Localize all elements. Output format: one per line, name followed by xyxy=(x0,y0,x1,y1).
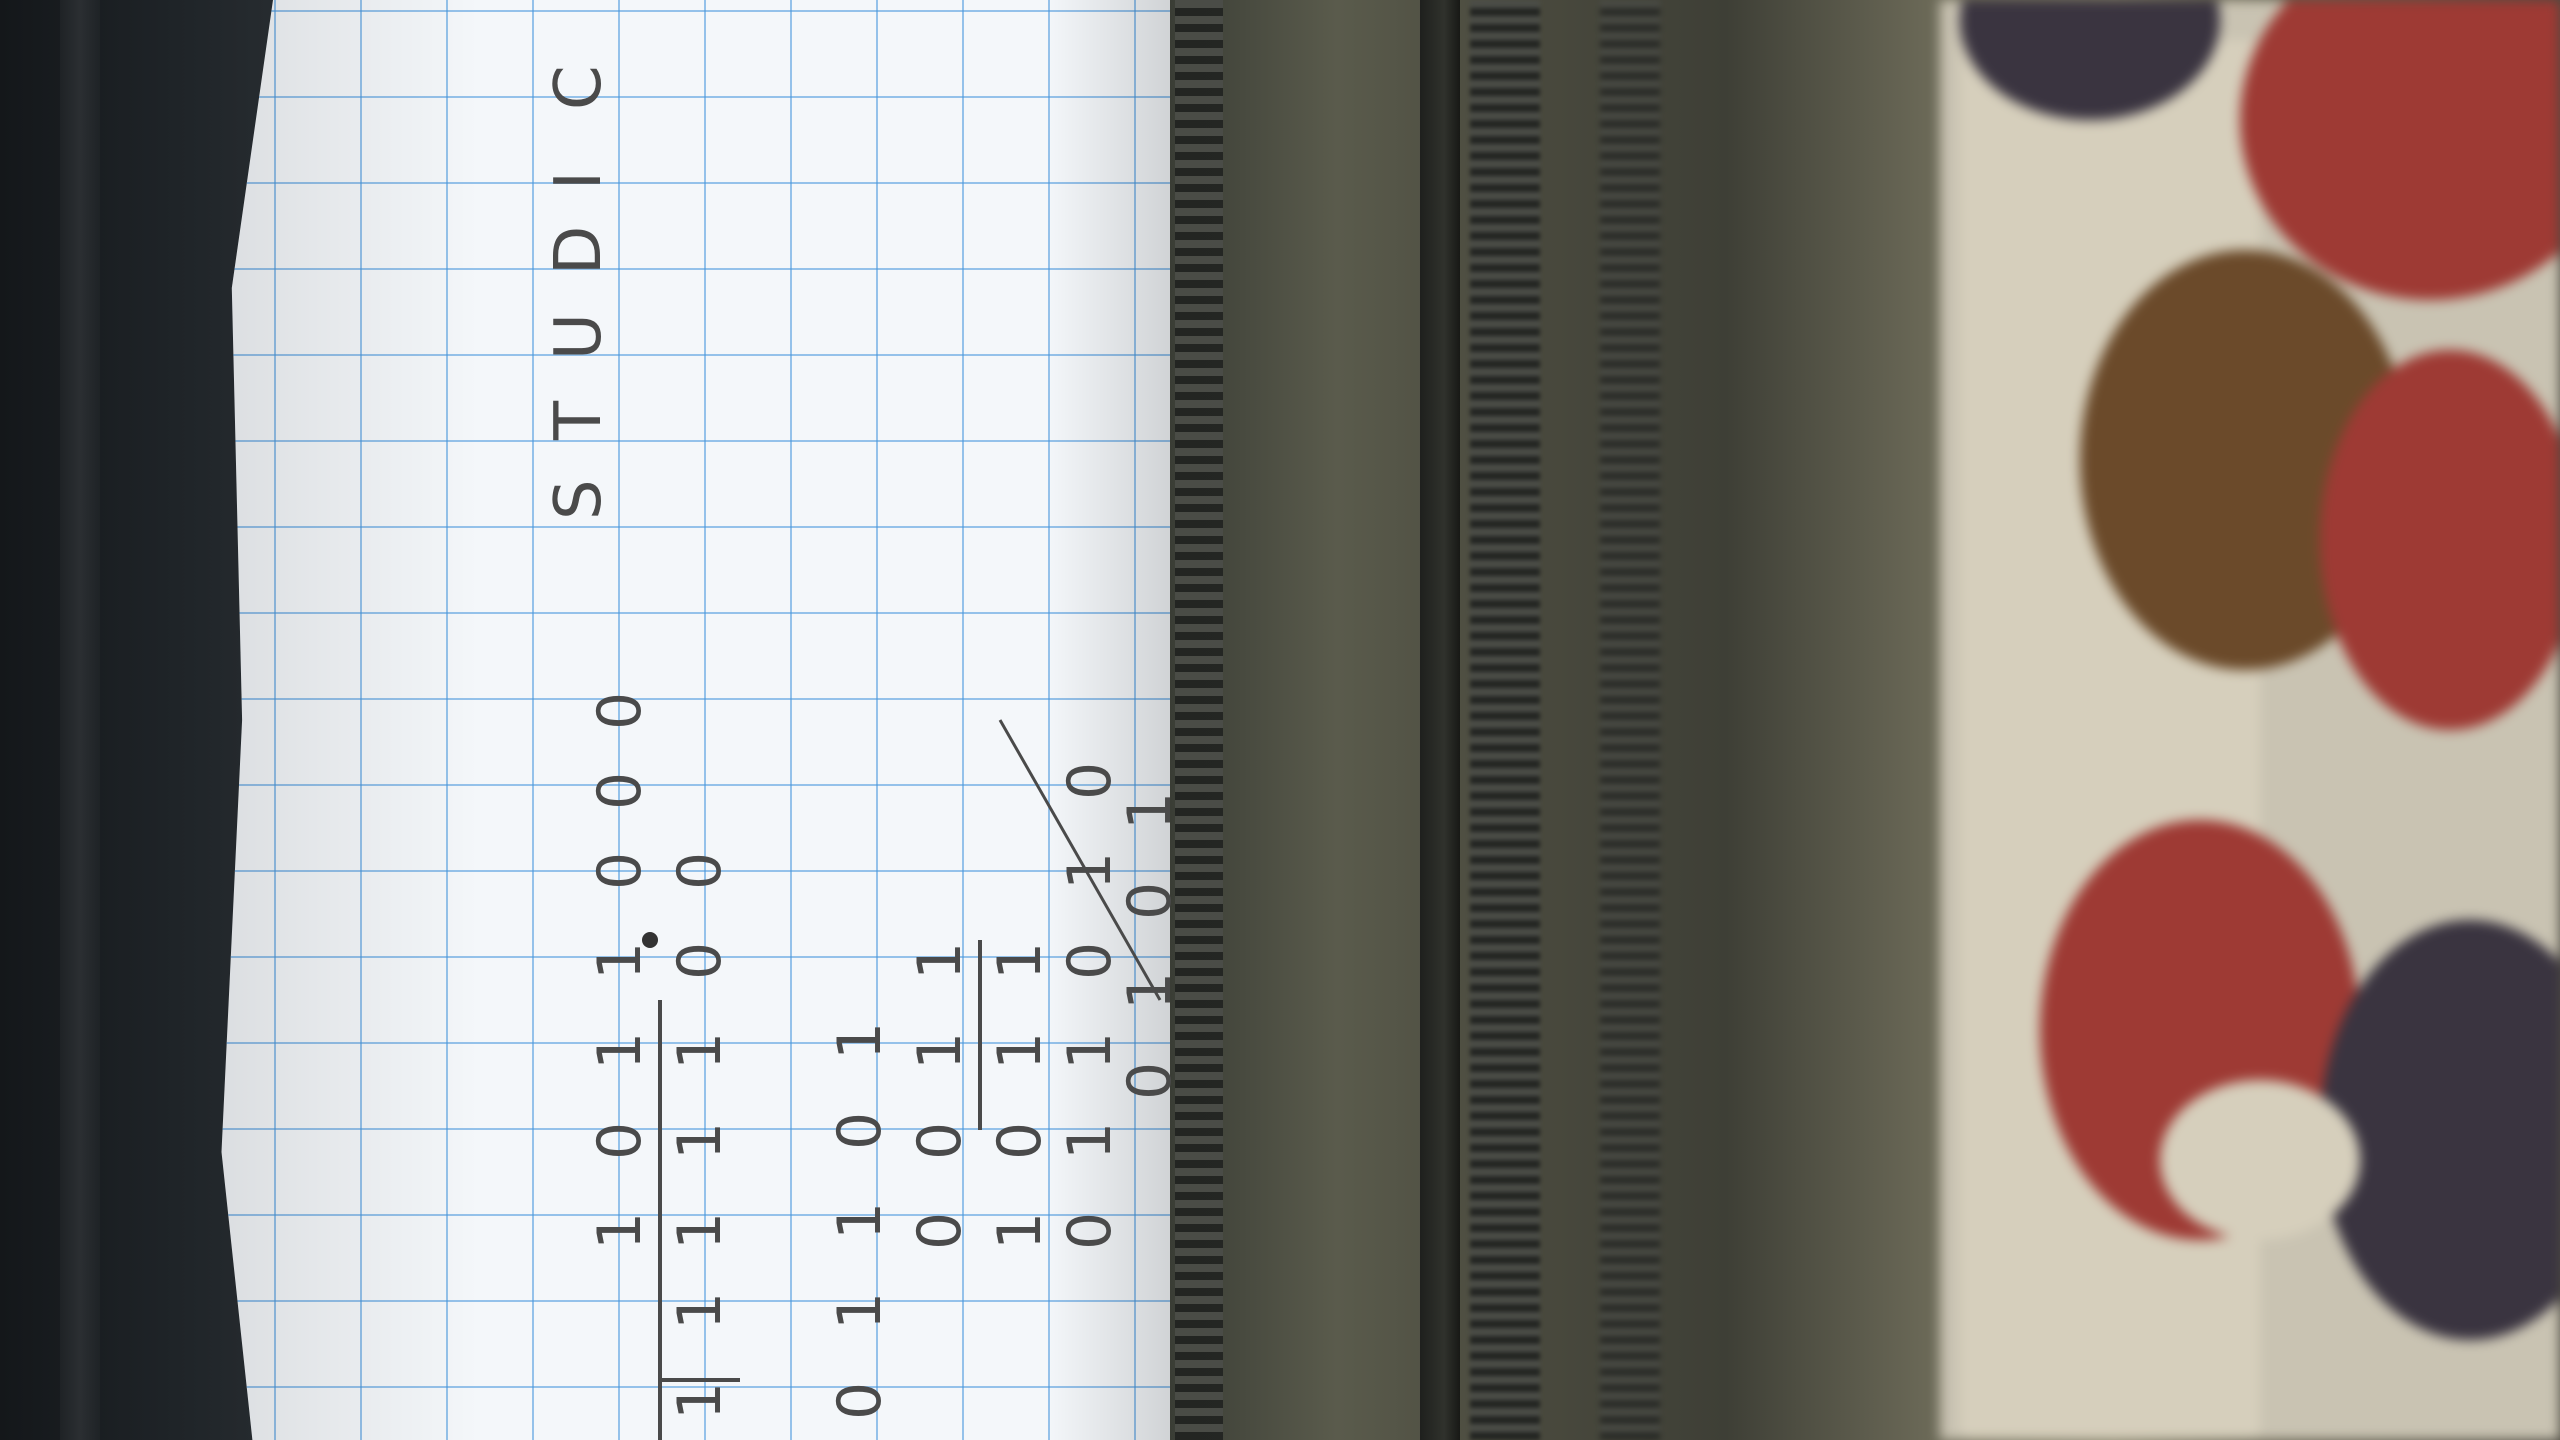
graph-paper-sheet xyxy=(221,0,1200,1440)
patterned-fabric xyxy=(1940,0,2560,1440)
photo-scene: S T U D I C 1 0 1 1 0 0 0 1 1 1 1 1 0 0 xyxy=(0,0,2560,1440)
fabric-cream-shape xyxy=(2160,1080,2360,1240)
fabric-red-shape xyxy=(2320,350,2560,730)
zipper-teeth-far xyxy=(1600,0,1660,1440)
fabric-red-shape xyxy=(2240,0,2560,300)
zipper-teeth-blurred xyxy=(1470,0,1540,1440)
zipper-teeth xyxy=(1175,0,1223,1440)
bag-pocket-opening xyxy=(1420,0,1460,1440)
